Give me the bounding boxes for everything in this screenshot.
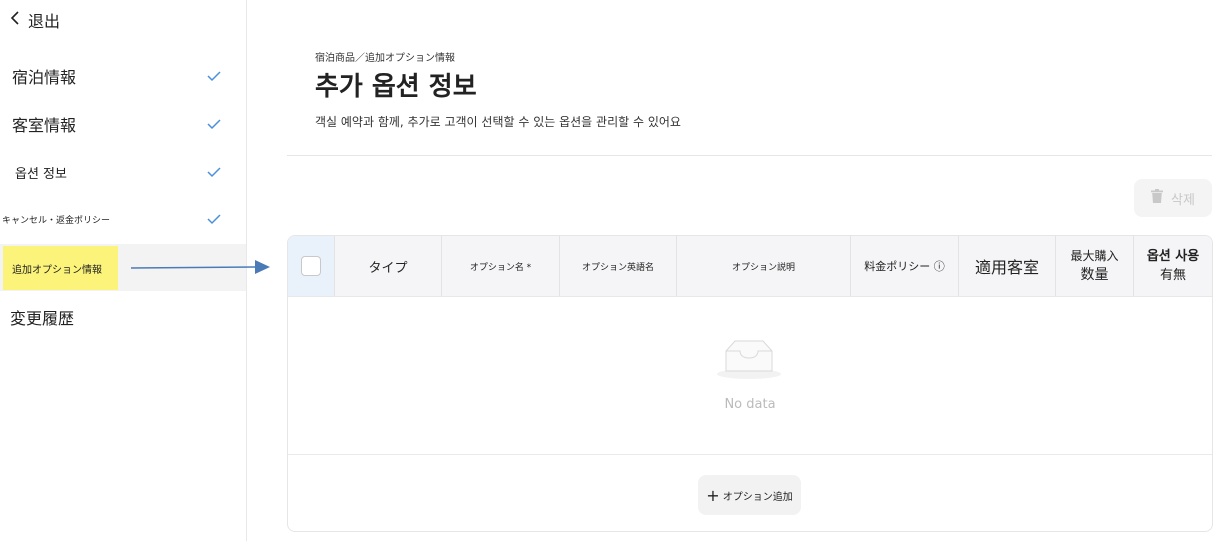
empty-text: No data	[724, 397, 776, 412]
sidebar-item-accommodation[interactable]: 宿泊情報	[0, 63, 246, 89]
check-icon	[207, 163, 221, 182]
column-applied-rooms[interactable]: 適用客室	[959, 236, 1056, 296]
column-option-description[interactable]: オプション説明	[677, 236, 851, 296]
table-footer-divider	[288, 454, 1212, 455]
column-label: オプション英語名	[581, 262, 654, 273]
column-option-english-name[interactable]: オプション英語名	[560, 236, 677, 296]
page-description: 객실 예약과 함께, 추가로 고객이 선택할 수 있는 옵션을 관리할 수 있어…	[315, 115, 681, 129]
plus-icon: +	[706, 485, 720, 505]
column-label-line1: 最大購入	[1070, 249, 1119, 263]
divider	[287, 155, 1212, 156]
sidebar-item-cancel-policy[interactable]: キャンセル・返金ポリシー	[0, 209, 246, 229]
delete-button[interactable]: 삭제	[1134, 179, 1212, 217]
sidebar-item-label: 옵션 정보	[15, 166, 67, 182]
sidebar-item-additional-options[interactable]: 追加オプション情報	[3, 246, 118, 290]
column-option-usage[interactable]: 옵션 사용 有無	[1134, 236, 1212, 296]
column-label-line2: 有無	[1159, 268, 1186, 283]
sidebar-item-room[interactable]: 客室情報	[0, 111, 246, 137]
exit-button[interactable]: 退出	[10, 8, 60, 32]
options-table: タイプ オプション名 * オプション英語名 オプション説明 料金ポリシー ⓘ 適…	[287, 235, 1213, 532]
table-header: タイプ オプション名 * オプション英語名 オプション説明 料金ポリシー ⓘ 適…	[288, 236, 1212, 297]
sidebar-item-label: 客室情報	[12, 116, 77, 135]
check-icon	[207, 210, 221, 229]
column-label: オプション説明	[731, 262, 795, 273]
column-option-name[interactable]: オプション名 *	[442, 236, 560, 296]
sidebar-item-label: 宿泊情報	[12, 68, 77, 87]
page-title: 추가 옵션 정보	[315, 72, 477, 102]
column-type[interactable]: タイプ	[335, 236, 442, 296]
trash-icon	[1151, 189, 1171, 207]
sidebar-item-options[interactable]: 옵션 정보	[0, 161, 246, 183]
sidebar-item-label: 追加オプション情報	[12, 264, 102, 276]
column-label-line1: 옵션 사용	[1146, 249, 1200, 264]
chevron-left-icon	[10, 10, 28, 30]
check-icon	[207, 115, 221, 134]
column-label: 料金ポリシー ⓘ	[864, 260, 945, 273]
exit-label: 退出	[28, 12, 61, 31]
empty-inbox-icon	[716, 339, 782, 383]
check-icon	[207, 67, 221, 86]
empty-state: No data	[288, 297, 1212, 455]
add-option-label: オプション追加	[722, 491, 793, 503]
column-max-quantity[interactable]: 最大購入 数量	[1056, 236, 1134, 296]
main-content: 宿泊商品／追加オプション情報 추가 옵션 정보 객실 예약과 함께, 추가로 고…	[247, 0, 1222, 541]
column-label: タイプ	[368, 260, 408, 276]
column-label: オプション名 *	[469, 262, 532, 273]
select-all-checkbox[interactable]	[301, 256, 321, 276]
column-label: 適用客室	[974, 258, 1039, 277]
column-label-line2: 数量	[1080, 267, 1109, 283]
sidebar-item-history[interactable]: 変更履歴	[0, 304, 246, 330]
add-option-button[interactable]: + オプション追加	[698, 475, 801, 515]
delete-label: 삭제	[1171, 192, 1195, 208]
column-price-policy[interactable]: 料金ポリシー ⓘ	[851, 236, 959, 296]
select-all-cell	[288, 236, 335, 296]
sidebar-item-label: 変更履歴	[10, 309, 75, 328]
breadcrumb: 宿泊商品／追加オプション情報	[315, 53, 455, 64]
sidebar-item-label: キャンセル・返金ポリシー	[2, 215, 111, 226]
